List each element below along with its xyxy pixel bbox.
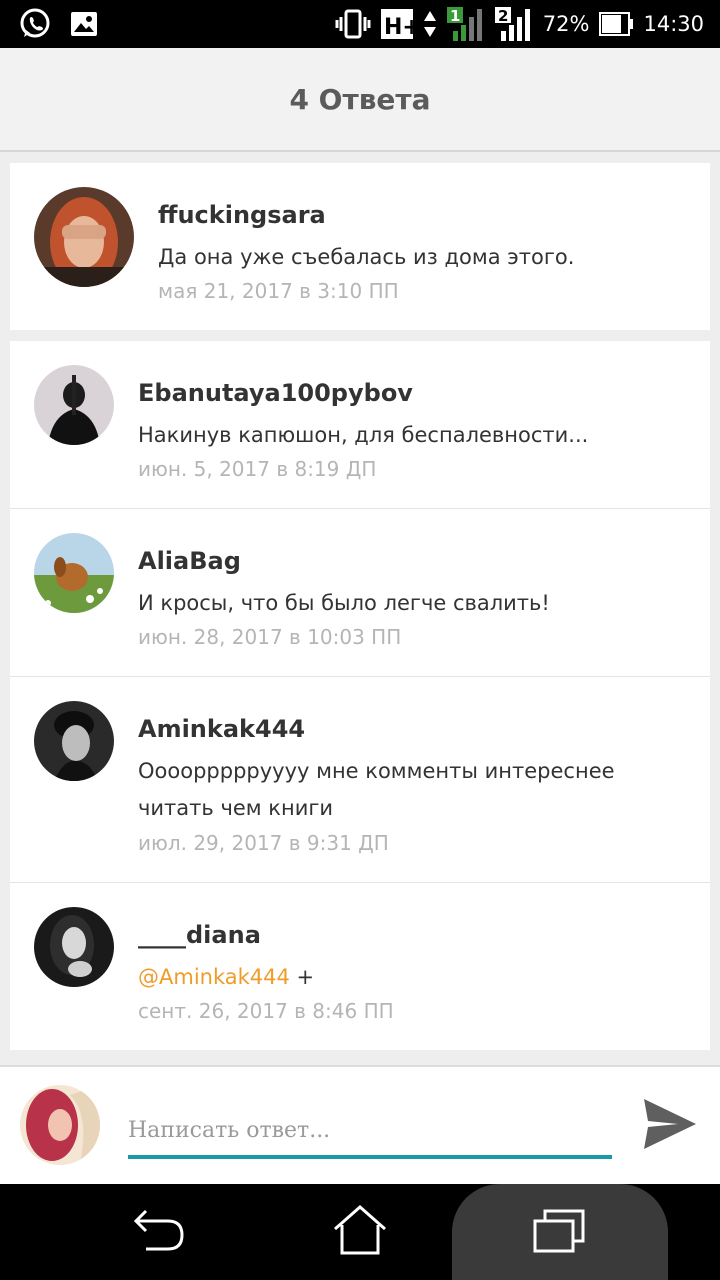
original-comment-card: ffuckingsara Да она уже съебалась из дом… bbox=[10, 163, 710, 330]
comment-timestamp: июн. 28, 2017 в 10:03 ПП bbox=[138, 625, 402, 649]
mention-link[interactable]: @Aminkak444 bbox=[138, 965, 290, 989]
reply-bar bbox=[0, 1065, 720, 1184]
sim2-label: 2 bbox=[498, 7, 508, 25]
avatar[interactable] bbox=[34, 533, 114, 613]
recent-apps-icon bbox=[533, 1207, 587, 1258]
comment-text: @Aminkak444 + bbox=[138, 959, 314, 996]
comment-timestamp: сент. 26, 2017 в 8:46 ПП bbox=[138, 999, 394, 1023]
list-item[interactable]: ____diana @Aminkak444 + сент. 26, 2017 в… bbox=[10, 883, 710, 1050]
list-item[interactable]: Ebanutaya100pybov Накинув капюшон, для б… bbox=[10, 341, 710, 508]
replies-list: Ebanutaya100pybov Накинув капюшон, для б… bbox=[10, 341, 710, 1050]
comment-text: Да она уже съебалась из дома этого. bbox=[158, 245, 575, 269]
comment-item[interactable]: ffuckingsara Да она уже съебалась из дом… bbox=[10, 163, 710, 330]
comment-timestamp: июл. 29, 2017 в 9:31 ДП bbox=[138, 831, 389, 855]
avatar[interactable] bbox=[34, 187, 134, 287]
recent-apps-button[interactable] bbox=[520, 1184, 600, 1280]
comment-text: Накинув капюшон, для беспалевности... bbox=[138, 423, 589, 447]
list-item[interactable]: Aminkak444 Оооорррррyyyy мне комменты ин… bbox=[10, 677, 710, 882]
current-user-avatar bbox=[20, 1085, 100, 1165]
comment-text-line-1: Оооорррррyyyy мне комменты интереснее bbox=[138, 759, 615, 783]
list-item[interactable]: AliaBag И кросы, что бы было легче свали… bbox=[10, 509, 710, 676]
network-type-label: H+ bbox=[384, 15, 413, 39]
comment-timestamp: мая 21, 2017 в 3:10 ПП bbox=[158, 279, 399, 303]
network-icon: H+ bbox=[380, 9, 413, 39]
whatsapp-icon bbox=[18, 7, 52, 41]
back-icon bbox=[133, 1207, 186, 1258]
battery-icon bbox=[599, 12, 634, 36]
comment-text: И кросы, что бы было легче свалить! bbox=[138, 591, 550, 615]
avatar[interactable] bbox=[34, 907, 114, 987]
clock: 14:30 bbox=[643, 12, 704, 36]
comment-author[interactable]: AliaBag bbox=[138, 547, 241, 575]
comment-timestamp: июн. 5, 2017 в 8:19 ДП bbox=[138, 457, 377, 481]
back-button[interactable] bbox=[120, 1184, 200, 1280]
avatar[interactable] bbox=[34, 701, 114, 781]
data-arrows-icon bbox=[423, 9, 437, 39]
signal-icon: 1 bbox=[446, 7, 485, 41]
app-header: 4 Ответа bbox=[0, 48, 720, 152]
comment-text-tail: + bbox=[289, 965, 315, 989]
home-icon bbox=[333, 1204, 387, 1260]
send-icon bbox=[642, 1099, 698, 1154]
comment-author[interactable]: Aminkak444 bbox=[138, 715, 305, 743]
comment-author[interactable]: ffuckingsara bbox=[158, 201, 326, 229]
signal-icon-sim2: 2 bbox=[494, 7, 533, 41]
comment-author[interactable]: Ebanutaya100pybov bbox=[138, 379, 413, 407]
avatar[interactable] bbox=[34, 365, 114, 445]
comment-author[interactable]: ____diana bbox=[138, 921, 261, 949]
page-title: 4 Ответа bbox=[289, 82, 431, 116]
battery-percent: 72% bbox=[542, 12, 590, 36]
comment-text-line-2: читать чем книги bbox=[138, 796, 334, 820]
send-button[interactable] bbox=[640, 1097, 700, 1153]
sim1-label: 1 bbox=[450, 7, 460, 25]
vibrate-icon bbox=[335, 9, 371, 39]
image-icon bbox=[70, 11, 98, 37]
reply-input[interactable] bbox=[128, 1105, 612, 1159]
home-button[interactable] bbox=[320, 1184, 400, 1280]
system-nav-bar bbox=[0, 1184, 720, 1280]
status-bar: H+ 1 2 72% 14:30 bbox=[0, 0, 720, 48]
